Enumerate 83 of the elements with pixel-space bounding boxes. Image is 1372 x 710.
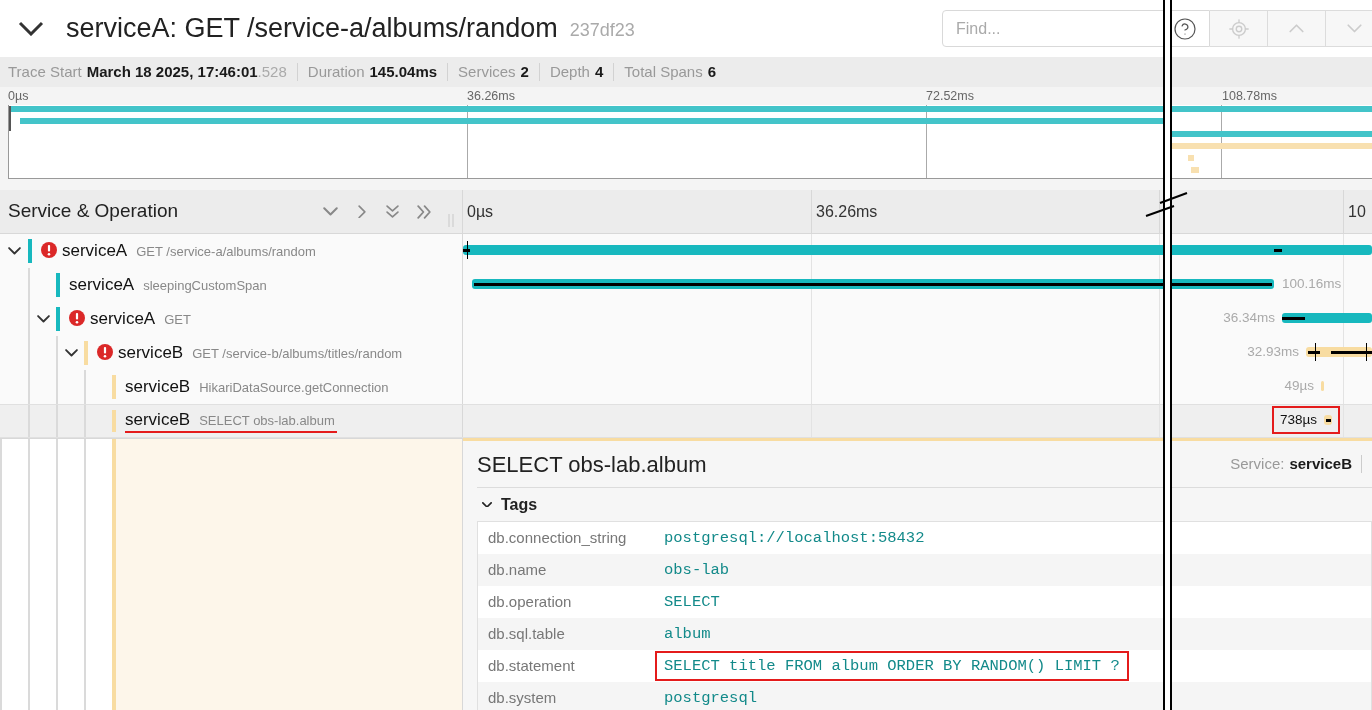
chevron-up-icon: [1289, 24, 1304, 33]
trace-id: 237df23: [569, 18, 635, 42]
tag-key: db.operation: [488, 593, 572, 610]
tags-section-toggle[interactable]: Tags: [477, 488, 538, 521]
service-value: serviceB: [1289, 453, 1352, 474]
info-label: Duration: [307, 61, 365, 82]
tag-value: SELECT title FROM album ORDER BY RANDOM() LIMIT ?: [655, 651, 1129, 681]
service-label: Service:: [1230, 453, 1285, 474]
critical-path-line: [1331, 350, 1372, 354]
span-bar[interactable]: [1282, 313, 1372, 323]
help-icon[interactable]: [1173, 16, 1197, 41]
tag-key: db.sql.table: [488, 625, 565, 642]
axis-tick-label: 36.26ms: [816, 201, 878, 222]
tag-value: postgresql: [663, 688, 758, 709]
operation-name: GET /service-a/albums/random: [136, 243, 316, 262]
info-label: Services: [458, 61, 516, 82]
span-row[interactable]: serviceA GET /service-a/albums/random: [0, 234, 1372, 268]
chevron-down-icon: [1347, 24, 1362, 33]
chevron-down-icon: [64, 349, 78, 357]
log-marker-icon: [1315, 343, 1316, 361]
info-value: 145.04ms: [369, 61, 438, 82]
duration-label: 738µs: [1279, 410, 1317, 429]
double-chevron-right-icon: [416, 204, 431, 219]
crosshair-icon: [1227, 17, 1250, 40]
minimap-tick-label: 108.78ms: [1222, 88, 1277, 103]
tag-value: obs-lab: [663, 560, 731, 581]
span-row[interactable]: serviceA sleepingCustomSpan 100.16ms: [0, 268, 1372, 302]
tag-key: db.statement: [488, 657, 575, 674]
span-bar[interactable]: [1324, 415, 1332, 425]
span-row[interactable]: serviceB HikariDataSource.getConnection 49µs: [0, 370, 1372, 404]
service-name: serviceA: [62, 240, 128, 262]
operation-name: GET: [164, 311, 191, 330]
info-value-fraction: .528: [257, 61, 287, 82]
critical-path-line: [1282, 316, 1305, 320]
span-row[interactable]: serviceA GET 36.34ms: [0, 302, 1372, 336]
collapse-header-button[interactable]: [18, 21, 44, 36]
chevron-down-icon: [7, 247, 21, 255]
tag-value: SELECT: [663, 592, 721, 613]
log-marker-icon: [467, 241, 468, 259]
axis-tick-label: 10: [1348, 201, 1366, 222]
operation-name: SELECT obs-lab.album: [199, 412, 335, 431]
minimap-tick-label: 36.26ms: [467, 88, 515, 103]
trace-title: serviceA: GET /service-a/albums/random: [66, 12, 558, 46]
tag-value: album: [663, 624, 712, 645]
service-name: serviceB: [125, 409, 191, 431]
detail-title: SELECT obs-lab.album: [477, 450, 707, 479]
minimap-tick-label: 72.52ms: [926, 88, 974, 103]
chevron-right-icon: [357, 204, 366, 219]
duration-label: 36.34ms: [1223, 308, 1275, 327]
service-name: serviceB: [125, 376, 191, 398]
info-value: 4: [594, 61, 604, 82]
chevron-down-icon: [323, 207, 338, 216]
tag-key: db.connection_string: [488, 529, 627, 546]
column-title: Service & Operation: [8, 199, 179, 224]
info-value: 2: [520, 61, 529, 82]
duration-label: 49µs: [1284, 376, 1314, 395]
chevron-down-icon: [36, 315, 50, 323]
service-name: serviceA: [69, 274, 135, 296]
tag-value: postgresql://localhost:58432: [663, 528, 926, 549]
info-value: 6: [707, 61, 717, 82]
info-label: Depth: [549, 61, 590, 82]
duration-label: 32.93ms: [1247, 342, 1299, 361]
service-name: serviceA: [90, 308, 156, 330]
info-label: Trace Start: [8, 61, 82, 82]
tag-key: db.system: [488, 689, 557, 706]
log-marker-icon: [1366, 343, 1367, 361]
operation-name: GET /service-b/albums/titles/random: [192, 345, 403, 364]
service-marker-icon: [112, 439, 116, 710]
search-field[interactable]: Find...: [942, 10, 1210, 47]
span-row[interactable]: serviceB SELECT obs-lab.album 738µs: [0, 404, 1372, 438]
axis-tick-label: 0µs: [467, 201, 494, 222]
double-chevron-down-icon: [386, 205, 399, 218]
chevron-down-icon: [482, 501, 492, 508]
chevron-down-icon: [18, 21, 44, 36]
info-label: Total Spans: [624, 61, 703, 82]
duration-label: 100.16ms: [1282, 274, 1342, 293]
tag-key: db.name: [488, 561, 547, 578]
minimap-tick-label: 0µs: [8, 88, 29, 103]
operation-name: HikariDataSource.getConnection: [199, 379, 389, 398]
service-name: serviceB: [118, 342, 184, 364]
operation-name: sleepingCustomSpan: [143, 277, 267, 296]
info-value: March 18 2025, 17:46:01: [86, 61, 258, 82]
span-row[interactable]: serviceB GET /service-b/albums/titles/random 32.93ms: [0, 336, 1372, 370]
